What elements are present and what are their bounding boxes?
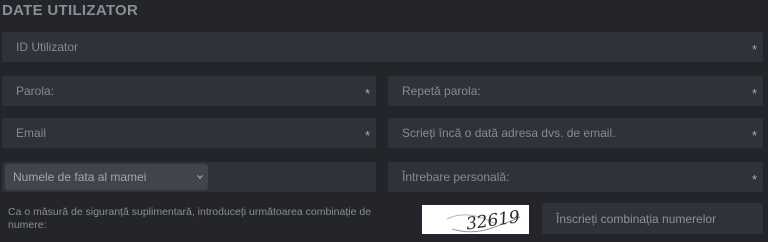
user-id-placeholder: ID Utilizator — [16, 40, 79, 54]
user-data-form: DATE UTILIZATOR ID Utilizator * Parola: … — [0, 0, 768, 242]
security-question-value: Numele de fata al mamei — [13, 170, 147, 184]
security-question-select[interactable]: Numele de fata al mamei — [5, 164, 208, 190]
required-asterisk: * — [751, 41, 757, 57]
required-asterisk: * — [364, 85, 370, 101]
captcha-image: 32619 — [422, 205, 529, 235]
password-repeat-placeholder: Repetă parola: — [402, 84, 481, 98]
user-id-field[interactable]: ID Utilizator * — [2, 32, 763, 62]
chevron-down-icon — [197, 175, 203, 180]
captcha-graphic: 32619 — [422, 205, 529, 235]
password-placeholder: Parola: — [16, 84, 55, 98]
email-repeat-placeholder: Scrieți încă o dată adresa dvs. de email… — [402, 126, 616, 140]
password-field[interactable]: Parola: * — [2, 76, 376, 106]
captcha-input-placeholder: Înscrieți combinația numerelor — [556, 211, 717, 226]
required-asterisk: * — [751, 127, 757, 143]
password-repeat-field[interactable]: Repetă parola: * — [388, 76, 763, 106]
required-asterisk: * — [751, 171, 757, 187]
captcha-input[interactable]: Înscrieți combinația numerelor — [542, 203, 763, 234]
email-repeat-field[interactable]: Scrieți încă o dată adresa dvs. de email… — [388, 118, 763, 148]
required-asterisk: * — [364, 127, 370, 143]
email-placeholder: Email — [16, 126, 47, 140]
email-field[interactable]: Email * — [2, 118, 376, 148]
section-title: DATE UTILIZATOR — [2, 2, 139, 19]
required-asterisk: * — [751, 85, 757, 101]
security-note: Ca o măsură de siguranță suplimentară, i… — [8, 206, 372, 231]
personal-question-placeholder: Întrebare personală: — [402, 170, 510, 184]
personal-question-field[interactable]: Întrebare personală: * — [388, 162, 763, 192]
